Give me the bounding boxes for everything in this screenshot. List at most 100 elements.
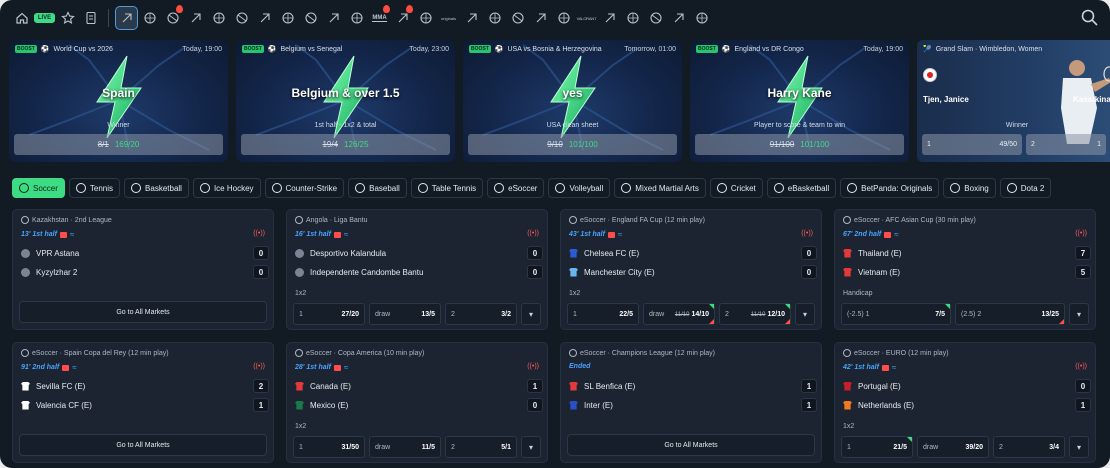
match-card[interactable]: Angola · Liga Bantu 16' 1st half ≈ ((•)) Des… <box>286 209 548 330</box>
tab-boxing[interactable]: Boxing <box>943 178 996 198</box>
banner-event-icon: ⚽ <box>721 46 731 53</box>
tab-esoccer[interactable]: eSoccer <box>487 178 545 198</box>
odds-button[interactable]: (-2.5) 1 7/5 <box>841 303 951 325</box>
live-radio-icon[interactable]: ((•)) <box>1075 363 1087 370</box>
flag-icon[interactable] <box>506 6 529 30</box>
boosted-odds-button[interactable]: 91/100 101/100 <box>695 134 904 155</box>
originals-icon[interactable]: originals <box>437 6 460 30</box>
tab-cricket[interactable]: Cricket <box>709 178 763 198</box>
tab-soccer[interactable]: Soccer <box>12 178 65 198</box>
tab-volleyball[interactable]: Volleyball <box>548 178 611 198</box>
more-markets-button[interactable]: ▾ <box>521 436 541 458</box>
promo-banner[interactable]: BOOST ⚽ USA vs Bosnia & Herzegovina Tomorro… <box>463 40 682 162</box>
baseball-icon[interactable] <box>276 6 299 30</box>
more-icon[interactable] <box>690 6 713 30</box>
table-tennis-icon[interactable] <box>299 6 322 30</box>
odds-button[interactable]: 21 <box>1026 134 1106 155</box>
more-markets-button[interactable]: ▾ <box>795 303 815 325</box>
live-radio-icon[interactable]: ((•)) <box>253 363 265 370</box>
ebasketball-icon[interactable] <box>414 6 437 30</box>
cricket-icon[interactable] <box>391 5 414 30</box>
more-markets-button[interactable]: ▾ <box>1069 436 1089 458</box>
match-card[interactable]: eSoccer · Spain Copa del Rey (12 min pla… <box>12 342 274 463</box>
tab-ice-hockey[interactable]: Ice Hockey <box>192 178 261 198</box>
team-shirt-icon <box>569 381 578 391</box>
league-text: eSoccer · EURO (12 min play) <box>854 349 949 357</box>
hockey-icon[interactable] <box>230 6 253 30</box>
live-radio-icon[interactable]: ((•)) <box>527 230 539 237</box>
odds-button[interactable]: 1 22/5 <box>567 303 639 325</box>
odds-button[interactable]: 2 11/10 12/10 <box>719 303 791 325</box>
odds-button[interactable]: draw 11/5 <box>369 436 441 458</box>
odds-button[interactable]: draw 39/20 <box>917 436 989 458</box>
soccer-icon[interactable] <box>161 5 184 30</box>
odds-button[interactable]: 1 49/50 <box>922 134 1022 155</box>
tab-ebasketball[interactable]: eBasketball <box>766 178 837 198</box>
more-markets-button[interactable]: ▾ <box>1069 303 1089 325</box>
valorant-icon[interactable]: VALORANT <box>575 6 598 30</box>
odds-button[interactable]: 1 27/20 <box>293 303 365 325</box>
match-card[interactable]: eSoccer · Copa America (10 min play) 28' … <box>286 342 548 463</box>
odds-button[interactable]: draw 13/5 <box>369 303 441 325</box>
odds-button[interactable]: 1 21/5 <box>841 436 913 458</box>
tab-mixed-martial-arts[interactable]: Mixed Martial Arts <box>614 178 706 198</box>
volleyball-icon[interactable] <box>345 6 368 30</box>
tab-tennis[interactable]: Tennis <box>68 178 121 198</box>
star-icon[interactable] <box>56 6 79 30</box>
promo-banner[interactable]: BOOST ⚽ Belgium vs Senegal Today, 23:00 Belg… <box>236 40 455 162</box>
live-button[interactable]: LIVE <box>33 6 56 30</box>
match-card[interactable]: eSoccer · Champions League (12 min play)… <box>560 342 822 463</box>
odds-button[interactable]: draw 11/10 14/10 <box>643 303 715 325</box>
promo-banner[interactable]: BOOST ⚽ England vs DR Congo Today, 19:00 Har… <box>690 40 909 162</box>
boosted-odds-button[interactable]: 9/10 101/100 <box>468 134 677 155</box>
promo-banner-tennis[interactable]: 🎾 Grand Slam · Wimbledon, Women Tjen, Jani… <box>917 40 1110 162</box>
match-card[interactable]: eSoccer · AFC Asian Cup (30 min play) 67'… <box>834 209 1096 330</box>
home-icon[interactable] <box>10 6 33 30</box>
live-radio-icon[interactable]: ((•)) <box>253 230 265 237</box>
american-football-icon[interactable] <box>644 6 667 30</box>
all-markets-button[interactable]: Go to All Markets <box>19 434 267 456</box>
golf-icon[interactable] <box>667 6 690 30</box>
rugby-icon[interactable] <box>552 6 575 30</box>
odds-button[interactable]: 1 31/50 <box>293 436 365 458</box>
warning-icon[interactable] <box>529 6 552 30</box>
darts-icon[interactable] <box>621 6 644 30</box>
search-icon[interactable] <box>1080 8 1100 28</box>
banner-date: Today, 19:00 <box>863 45 903 53</box>
betslip-icon[interactable] <box>79 6 102 30</box>
more-markets-button[interactable]: ▾ <box>521 303 541 325</box>
match-card[interactable]: Kazakhstan · 2nd League 13' 1st half ≈ ((•)… <box>12 209 274 330</box>
horse-racing-icon[interactable] <box>138 6 161 30</box>
live-radio-icon[interactable]: ((•)) <box>527 363 539 370</box>
odds-button[interactable]: 2 3/4 <box>993 436 1065 458</box>
tab-baseball[interactable]: Baseball <box>348 178 407 198</box>
match-card[interactable]: eSoccer · England FA Cup (12 min play) 43… <box>560 209 822 330</box>
counter-strike-icon[interactable] <box>253 6 276 30</box>
odds-button[interactable]: 2 3/2 <box>445 303 517 325</box>
dota-icon[interactable] <box>483 6 506 30</box>
live-radio-icon[interactable]: ((•)) <box>801 230 813 237</box>
team-row: Portugal (E) 0 <box>843 379 1091 393</box>
odds-button[interactable]: (2.5) 2 13/25 <box>955 303 1065 325</box>
boosted-odds-button[interactable]: 19/4 126/25 <box>241 134 450 155</box>
promo-banner[interactable]: BOOST ⚽ World Cup vs 2026 Today, 19:00 Spain… <box>9 40 228 162</box>
all-markets-button[interactable]: Go to All Markets <box>19 301 267 323</box>
live-radio-icon[interactable]: ((•)) <box>1075 230 1087 237</box>
tab-betpanda-originals[interactable]: BetPanda: Originals <box>840 178 940 198</box>
match-card[interactable]: eSoccer · EURO (12 min play) 42' 1st half… <box>834 342 1096 463</box>
tab-counter-strike[interactable]: Counter-Strike <box>264 178 345 198</box>
boosted-odds-button[interactable]: 8/1 169/20 <box>14 134 223 155</box>
esoccer-icon[interactable] <box>322 6 345 30</box>
tennis-icon[interactable] <box>184 6 207 30</box>
boxing-icon[interactable] <box>460 6 483 30</box>
tab-table-tennis[interactable]: Table Tennis <box>410 178 484 198</box>
basketball-icon[interactable] <box>207 6 230 30</box>
all-markets-button[interactable]: Go to All Markets <box>567 434 815 456</box>
status-text: 91' 2nd half <box>21 364 60 371</box>
tab-basketball[interactable]: Basketball <box>124 178 189 198</box>
cycling-icon[interactable] <box>598 6 621 30</box>
esports-icon[interactable] <box>115 6 138 30</box>
tab-dota-2[interactable]: Dota 2 <box>999 178 1052 198</box>
mma-icon[interactable]: MMA <box>368 5 391 30</box>
odds-button[interactable]: 2 5/1 <box>445 436 517 458</box>
